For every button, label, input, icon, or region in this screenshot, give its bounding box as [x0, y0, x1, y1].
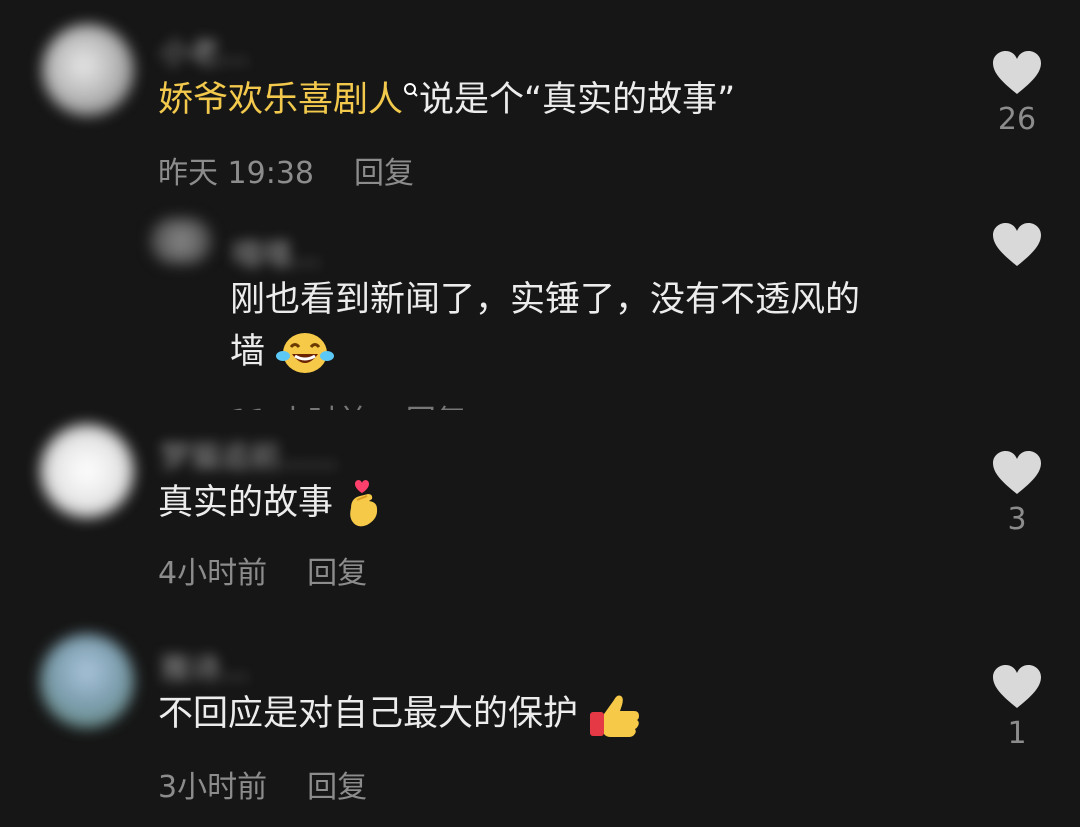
comment-time: 昨天 19:38 [158, 156, 314, 191]
like-button[interactable]: 1 [987, 664, 1047, 751]
like-count: 3 [1007, 502, 1027, 537]
comment-meta: 4小时前 回复 [158, 548, 367, 592]
heart-icon[interactable] [992, 50, 1042, 96]
thumbs-up-icon [590, 695, 640, 737]
comment-meta: 昨天 19:38 回复 [158, 148, 414, 192]
username-blurred[interactable]: 嘻嘻... [232, 230, 321, 274]
comment-meta: 3小时前 回复 [158, 762, 367, 806]
like-button[interactable]: 3 [987, 450, 1047, 537]
comment-text: 娇爷欢乐喜剧人 说是个“真实的故事” [158, 76, 735, 124]
username-blurred[interactable]: 梦猫追前...... [160, 432, 337, 476]
comment-body-line1: 刚也看到新闻了，实锤了，没有不透风的 [230, 280, 861, 320]
user-avatar[interactable] [42, 24, 134, 116]
comment-body: 真实的故事 [158, 483, 334, 523]
user-avatar[interactable] [150, 218, 212, 264]
comment-time: 4小时前 [158, 556, 268, 591]
user-avatar[interactable] [40, 634, 134, 728]
finger-heart-icon [350, 480, 378, 527]
heart-icon[interactable] [992, 222, 1042, 268]
comment-text: 不回应是对自己最大的保护 [158, 690, 644, 740]
search-icon [404, 83, 418, 97]
reply-button[interactable]: 回复 [307, 770, 367, 805]
reply-button[interactable]: 回复 [354, 156, 414, 191]
comment-text: 刚也看到新闻了，实锤了，没有不透风的 [230, 276, 860, 324]
truncated-meta: 11 小时前 回复 [230, 398, 490, 410]
heart-icon[interactable] [992, 450, 1042, 496]
like-count: 26 [997, 102, 1037, 137]
laughing-crying-face-icon [276, 333, 335, 373]
username-blurred[interactable]: 雅诗... [160, 644, 249, 688]
mention-link[interactable]: 娇爷欢乐喜剧人 [158, 80, 403, 120]
user-avatar[interactable] [40, 424, 134, 518]
like-button[interactable] [987, 222, 1047, 268]
comment-body: 不回应是对自己最大的保护 [158, 694, 579, 734]
like-button[interactable]: 26 [987, 50, 1047, 137]
reply-button[interactable]: 回复 [307, 556, 367, 591]
comment-body: 说是个“真实的故事” [419, 80, 736, 120]
meta-cut-text: 11 小时前 回复 [230, 398, 466, 410]
comment-time: 3小时前 [158, 770, 268, 805]
username-blurred[interactable]: 小老... [160, 28, 249, 72]
comment-body-line2: 墙 [230, 332, 266, 372]
comment-text-continued: 墙 [230, 328, 335, 376]
comment-text: 真实的故事 [158, 478, 383, 530]
like-count: 1 [1007, 716, 1027, 751]
heart-icon[interactable] [992, 664, 1042, 710]
